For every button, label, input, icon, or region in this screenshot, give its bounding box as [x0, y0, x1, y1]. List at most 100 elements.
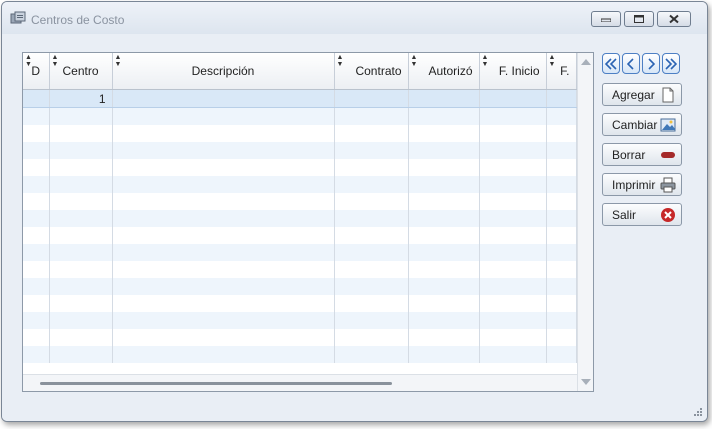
grid-cell-empty[interactable]	[112, 176, 335, 193]
grid-cell-empty[interactable]	[546, 278, 577, 295]
grid-cell-empty[interactable]	[334, 210, 409, 227]
grid-cell-empty[interactable]	[112, 125, 335, 142]
minimize-button[interactable]	[591, 11, 621, 27]
grid-cell-empty[interactable]	[334, 107, 409, 125]
column-header-descripcion[interactable]: ▲ ▼ Descripción	[112, 53, 335, 90]
grid-cell-empty[interactable]	[112, 295, 335, 312]
grid-cell-empty[interactable]	[23, 193, 50, 210]
grid-cell-empty[interactable]	[546, 227, 577, 244]
grid-cell-empty[interactable]	[408, 125, 480, 142]
grid-cell-empty[interactable]	[49, 312, 113, 329]
print-button[interactable]: Imprimir	[602, 173, 682, 196]
exit-button[interactable]: Salir	[602, 203, 682, 226]
column-header-contrato[interactable]: ▲ ▼ Contrato	[334, 53, 409, 90]
grid-cell-empty[interactable]	[49, 346, 113, 363]
grid-cell-empty[interactable]	[546, 329, 577, 346]
empty-row[interactable]	[23, 227, 577, 244]
empty-row[interactable]	[23, 278, 577, 295]
grid-cell-empty[interactable]	[49, 210, 113, 227]
grid-cell-empty[interactable]	[23, 159, 50, 176]
close-button[interactable]	[657, 11, 691, 27]
grid-cell-empty[interactable]	[408, 244, 480, 261]
grid-cell-empty[interactable]	[479, 278, 547, 295]
empty-row[interactable]	[23, 107, 577, 125]
grid-cell-empty[interactable]	[334, 244, 409, 261]
horizontal-scroll-thumb[interactable]	[40, 382, 392, 385]
table-row[interactable]: 1	[23, 89, 577, 108]
grid-cell-empty[interactable]	[546, 210, 577, 227]
grid-cell-empty[interactable]	[334, 125, 409, 142]
grid-cell-empty[interactable]	[23, 176, 50, 193]
grid-cell-empty[interactable]	[546, 176, 577, 193]
grid-cell-empty[interactable]	[408, 159, 480, 176]
grid-cell-empty[interactable]	[23, 210, 50, 227]
grid-cell-empty[interactable]	[112, 159, 335, 176]
grid-cell-empty[interactable]	[23, 346, 50, 363]
column-header-autorizo[interactable]: ▲ ▼ Autorizó	[408, 53, 480, 90]
grid-cell-empty[interactable]	[112, 312, 335, 329]
grid-cell-empty[interactable]	[334, 329, 409, 346]
grid-cell-empty[interactable]	[546, 244, 577, 261]
grid-cell-autorizo[interactable]	[408, 89, 480, 108]
grid-cell-empty[interactable]	[408, 278, 480, 295]
grid-cell-empty[interactable]	[23, 107, 50, 125]
scroll-down-arrow-icon[interactable]	[581, 379, 591, 385]
grid-cell-empty[interactable]	[408, 176, 480, 193]
grid-cell-empty[interactable]	[334, 176, 409, 193]
maximize-button[interactable]	[624, 11, 654, 27]
grid-cell-empty[interactable]	[479, 244, 547, 261]
grid-cell-empty[interactable]	[334, 159, 409, 176]
grid-cell-empty[interactable]	[49, 125, 113, 142]
grid-cell-empty[interactable]	[408, 295, 480, 312]
grid-cell-empty[interactable]	[112, 346, 335, 363]
grid-cell-empty[interactable]	[546, 346, 577, 363]
grid-cell-empty[interactable]	[49, 295, 113, 312]
grid-cell-empty[interactable]	[479, 261, 547, 278]
grid-cell-empty[interactable]	[479, 312, 547, 329]
grid-cell-empty[interactable]	[479, 210, 547, 227]
grid-cell-empty[interactable]	[112, 193, 335, 210]
grid-cell-empty[interactable]	[408, 329, 480, 346]
grid-cell-empty[interactable]	[334, 295, 409, 312]
grid-cell-empty[interactable]	[23, 295, 50, 312]
grid-cell-empty[interactable]	[23, 227, 50, 244]
grid-cell-empty[interactable]	[23, 278, 50, 295]
grid-cell-empty[interactable]	[49, 244, 113, 261]
empty-row[interactable]	[23, 142, 577, 159]
empty-row[interactable]	[23, 210, 577, 227]
add-button[interactable]: Agregar	[602, 83, 682, 106]
empty-row[interactable]	[23, 125, 577, 142]
grid-cell-empty[interactable]	[23, 329, 50, 346]
grid-cell-empty[interactable]	[49, 107, 113, 125]
delete-button[interactable]: Borrar	[602, 143, 682, 166]
grid-cell-empty[interactable]	[408, 346, 480, 363]
grid-cell-empty[interactable]	[479, 295, 547, 312]
empty-row[interactable]	[23, 346, 577, 363]
grid-cell-empty[interactable]	[334, 346, 409, 363]
grid-cell-empty[interactable]	[546, 312, 577, 329]
grid-cell-empty[interactable]	[112, 210, 335, 227]
empty-row[interactable]	[23, 312, 577, 329]
grid-cell-empty[interactable]	[112, 107, 335, 125]
grid-cell-empty[interactable]	[408, 312, 480, 329]
vertical-scrollbar[interactable]	[577, 53, 593, 391]
next-record-button[interactable]	[642, 53, 660, 74]
grid-cell-empty[interactable]	[23, 142, 50, 159]
column-header-d[interactable]: ▲ ▼ D	[23, 53, 50, 90]
grid-cell-empty[interactable]	[479, 346, 547, 363]
empty-row[interactable]	[23, 261, 577, 278]
grid-cell-empty[interactable]	[408, 142, 480, 159]
grid-cell-empty[interactable]	[546, 159, 577, 176]
first-record-button[interactable]	[602, 53, 620, 74]
grid-cell-empty[interactable]	[49, 193, 113, 210]
grid-cell-empty[interactable]	[112, 142, 335, 159]
grid-cell-empty[interactable]	[546, 261, 577, 278]
grid-cell-empty[interactable]	[479, 329, 547, 346]
cost-centers-grid[interactable]: ▲ ▼ D ▲ ▼ Centro ▲ ▼ Descripción ▲ ▼ Contrato ▲ ▼…	[22, 52, 594, 392]
grid-cell-empty[interactable]	[479, 107, 547, 125]
grid-cell-empty[interactable]	[408, 107, 480, 125]
grid-cell-empty[interactable]	[49, 227, 113, 244]
grid-cell-empty[interactable]	[49, 176, 113, 193]
grid-cell-empty[interactable]	[112, 261, 335, 278]
grid-cell-empty[interactable]	[479, 125, 547, 142]
